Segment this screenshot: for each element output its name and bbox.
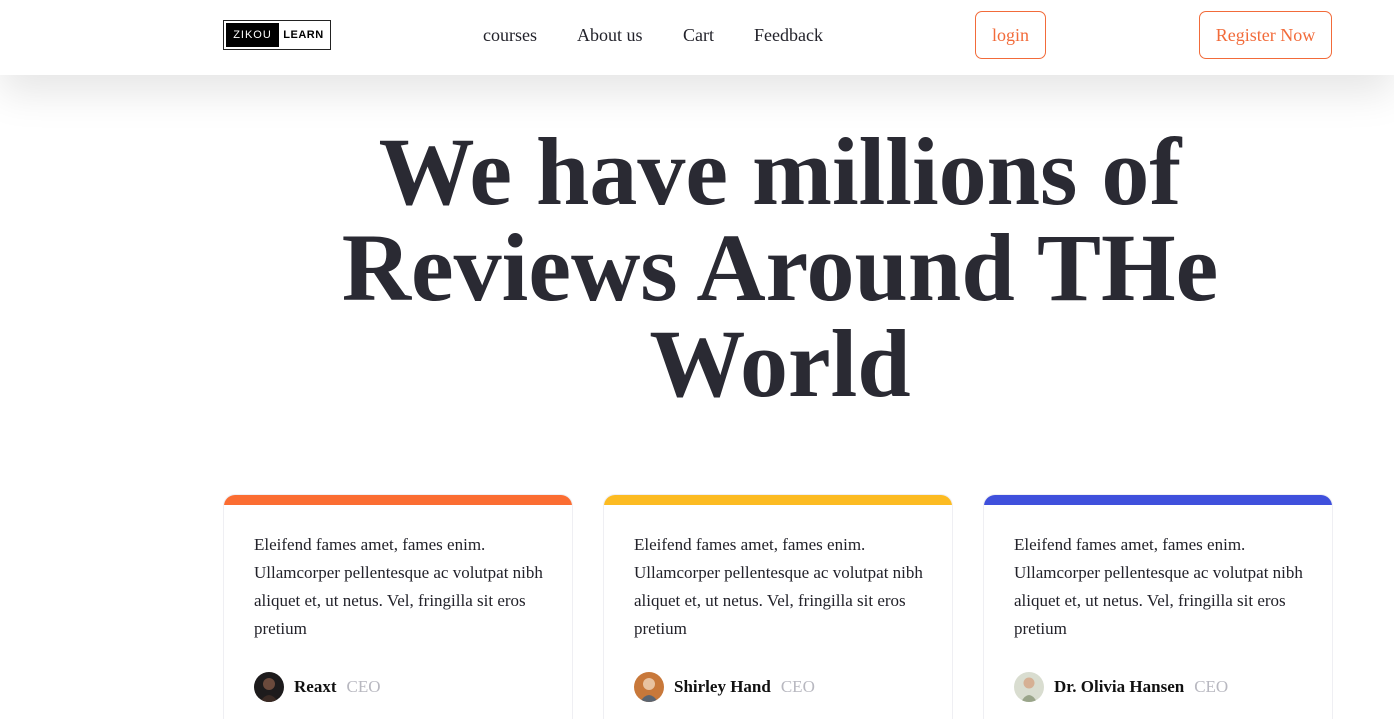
review-card: Eleifend fames amet, fames enim. Ullamco… bbox=[983, 494, 1333, 719]
author-role: CEO bbox=[780, 677, 815, 696]
review-card: Eleifend fames amet, fames enim. Ullamco… bbox=[223, 494, 573, 719]
login-button[interactable]: login bbox=[975, 11, 1046, 59]
avatar bbox=[254, 672, 284, 702]
avatar bbox=[634, 672, 664, 702]
hero-heading: We have millions of Reviews Around THe W… bbox=[280, 124, 1280, 412]
logo[interactable]: ZIKOU LEARN bbox=[223, 20, 331, 50]
hero-line-3: World bbox=[649, 310, 911, 417]
nav-about-us[interactable]: About us bbox=[577, 24, 643, 46]
review-author: Reaxt CEO bbox=[254, 671, 380, 703]
author-name: Dr. Olivia Hansen bbox=[1054, 677, 1185, 696]
author-role: CEO bbox=[346, 677, 381, 696]
review-text: Eleifend fames amet, fames enim. Ullamco… bbox=[254, 535, 543, 638]
review-text: Eleifend fames amet, fames enim. Ullamco… bbox=[634, 535, 923, 638]
card-accent-bar bbox=[604, 495, 952, 505]
register-button[interactable]: Register Now bbox=[1199, 11, 1332, 59]
hero-line-2: Reviews Around THe bbox=[341, 214, 1219, 321]
logo-left-text: ZIKOU bbox=[226, 23, 279, 47]
card-accent-bar bbox=[984, 495, 1332, 505]
nav-cart[interactable]: Cart bbox=[683, 24, 714, 46]
site-header: ZIKOU LEARN courses About us Cart Feedba… bbox=[0, 0, 1394, 75]
hero-line-1: We have millions of bbox=[378, 118, 1182, 225]
author-role: CEO bbox=[1194, 677, 1229, 696]
logo-right-text: LEARN bbox=[283, 29, 324, 41]
review-text: Eleifend fames amet, fames enim. Ullamco… bbox=[1014, 535, 1303, 638]
author-name: Reaxt bbox=[294, 677, 337, 696]
author-name: Shirley Hand bbox=[674, 677, 771, 696]
card-accent-bar bbox=[224, 495, 572, 505]
review-author: Dr. Olivia Hansen CEO bbox=[1014, 671, 1228, 703]
review-author: Shirley Hand CEO bbox=[634, 671, 815, 703]
nav-courses[interactable]: courses bbox=[483, 24, 537, 46]
nav-feedback[interactable]: Feedback bbox=[754, 24, 823, 46]
review-card: Eleifend fames amet, fames enim. Ullamco… bbox=[603, 494, 953, 719]
avatar bbox=[1014, 672, 1044, 702]
